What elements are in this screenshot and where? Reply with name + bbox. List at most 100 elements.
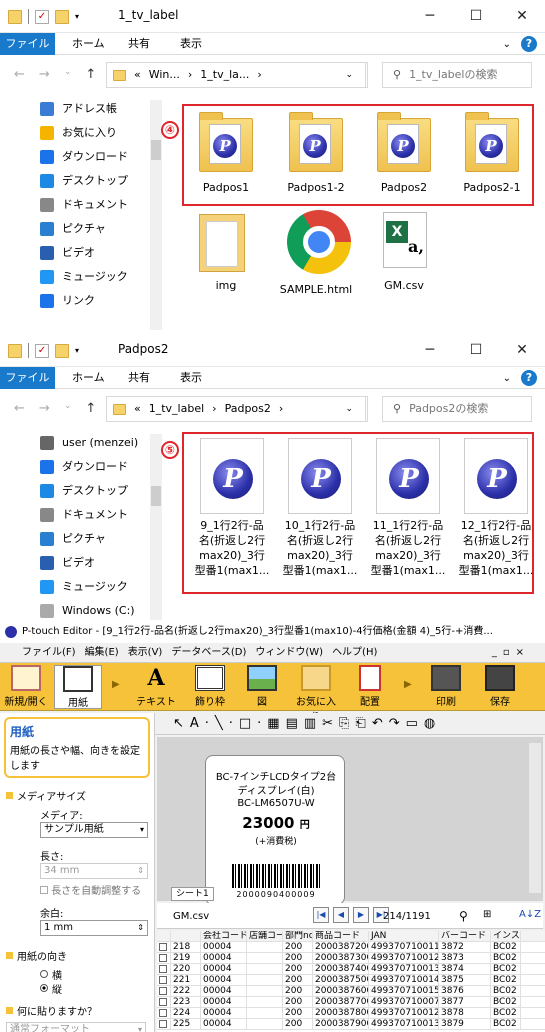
row-checkbox[interactable] [159, 998, 167, 1006]
address-bar[interactable]: « 1_tv_label › Padpos2 › ⌄ ↻ [106, 396, 368, 422]
breadcrumb-item[interactable]: Win... [149, 68, 180, 81]
label-canvas[interactable]: BC-7インチLCDタイプ2台 ディスプレイ(白) BC-LM6507U-W 2… [157, 737, 543, 905]
forward-icon[interactable]: → [39, 401, 50, 416]
paper-button[interactable]: 用紙 [54, 665, 102, 709]
nav-item[interactable]: ダウンロード [0, 455, 165, 479]
up-icon[interactable]: ↑ [85, 401, 96, 416]
tab-home[interactable]: ホーム [72, 33, 105, 55]
label-text-line2[interactable]: ディスプレイ(白) [206, 782, 346, 797]
edit-toolbar[interactable]: ↖A·╲·□·▦▤▥✂⎘⎗↶↷▭◍ [155, 713, 545, 735]
canvas-scrollbar[interactable] [529, 743, 541, 893]
minimize-button[interactable]: ─ [407, 0, 453, 32]
nav-item[interactable]: ピクチャ [0, 527, 165, 551]
menu-item[interactable]: 編集(E) [85, 647, 119, 658]
address-dropdown-icon[interactable]: ⌄ [345, 397, 353, 421]
media-select[interactable]: サンプル用紙 ▾ [40, 822, 148, 838]
nav-item[interactable]: リンク [0, 289, 165, 313]
help-icon[interactable]: ? [521, 370, 537, 386]
help-icon[interactable]: ? [521, 36, 537, 52]
file-item[interactable]: Xa, GM.csv [362, 208, 446, 293]
up-icon[interactable]: ↑ [85, 67, 96, 82]
column-header[interactable]: 店舗コード [247, 931, 283, 941]
tab-view[interactable]: 表示 [180, 367, 202, 389]
folder-icon[interactable] [8, 9, 22, 24]
table-row[interactable]: 22400004 20020003878000024993707100127387… [157, 1008, 545, 1019]
nav-item[interactable]: デスクトップ [0, 479, 165, 503]
label-tax[interactable]: (+消費税) [206, 834, 346, 847]
breadcrumb-sep[interactable]: › [257, 68, 261, 81]
column-header[interactable]: JAN [369, 931, 439, 941]
layout-button[interactable]: 配置 [346, 665, 394, 708]
next-record-button[interactable]: ▶ [353, 907, 369, 923]
file-item[interactable]: P 12_1行2行-品 名(折返し2行 max20)_3行 型番1(max1... [454, 438, 538, 578]
menu-item[interactable]: ヘルプ(H) [332, 647, 377, 658]
refresh-button[interactable]: ↻ [365, 397, 367, 421]
expand-ribbon-icon[interactable]: ⌄ [503, 373, 511, 384]
table-row[interactable]: 22300004 20020003877000054993707100073387… [157, 997, 545, 1008]
new-open-button[interactable]: 新規/開く [2, 665, 50, 708]
scroll-thumb[interactable] [151, 486, 161, 506]
row-checkbox[interactable] [159, 1020, 167, 1028]
nav-item[interactable]: Windows (C:) [0, 599, 165, 621]
breadcrumb-item[interactable]: 1_tv_la... [200, 68, 249, 81]
properties-icon[interactable]: ✓ [35, 343, 49, 358]
save-button[interactable]: 保存 [476, 665, 524, 708]
column-header[interactable]: 部門no [283, 931, 313, 941]
table-row[interactable]: 22200004 20020003876000084993707100158387… [157, 986, 545, 997]
nav-item[interactable]: ビデオ [0, 551, 165, 575]
column-header[interactable]: 商品コード [313, 931, 369, 941]
label-preview[interactable]: BC-7インチLCDタイプ2台 ディスプレイ(白) BC-LM6507U-W 2… [205, 755, 345, 905]
recent-dropdown-icon[interactable]: ⌄ [64, 67, 72, 82]
tab-view[interactable]: 表示 [180, 33, 202, 55]
tab-share[interactable]: 共有 [128, 367, 150, 389]
sort-icon[interactable]: A↓Z [519, 909, 541, 920]
close-button[interactable]: ✕ [499, 0, 545, 32]
row-checkbox[interactable] [159, 943, 167, 951]
folder-item[interactable]: P Padpos1-2 [274, 110, 358, 195]
file-item[interactable]: P 11_1行2行-品 名(折返し2行 max20)_3行 型番1(max1... [366, 438, 450, 578]
table-row[interactable]: 22500004 20020003879000094993707100134387… [157, 1019, 545, 1030]
nav-item[interactable]: ドキュメント [0, 503, 165, 527]
label-price[interactable]: 23000 [242, 814, 294, 832]
folder-item[interactable]: P Padpos2 [362, 110, 446, 195]
back-icon[interactable]: ← [14, 401, 25, 416]
label-text-line3[interactable]: BC-LM6507U-W [206, 798, 346, 809]
column-header[interactable] [171, 931, 201, 941]
auto-adjust-checkbox[interactable]: 長さを自動調整する [0, 882, 154, 897]
column-header[interactable]: 会社コード [201, 931, 247, 941]
menu-item[interactable]: ファイル(F) [22, 647, 76, 658]
menu-item[interactable]: 表示(V) [128, 647, 163, 658]
dropdown-icon[interactable]: ▾ [75, 346, 79, 355]
search-input[interactable]: ⚲ Padpos2の検索 [382, 396, 532, 422]
column-header[interactable] [157, 931, 171, 941]
menu-item[interactable]: ウィンドウ(W) [255, 647, 323, 658]
paper-card[interactable]: 用紙 用紙の長さや幅、向きを設定します [4, 717, 150, 778]
label-text-line1[interactable]: BC-7インチLCDタイプ2台 [206, 768, 346, 783]
expand-arrow-icon[interactable]: ▶ [112, 679, 120, 690]
table-row[interactable]: 21800004 20020003872000004993707100110387… [157, 942, 545, 953]
recent-dropdown-icon[interactable]: ⌄ [64, 401, 72, 416]
text-button[interactable]: A テキスト [132, 665, 180, 708]
file-item[interactable]: P 9_1行2行-品 名(折返し2行 max20)_3行 型番1(max1... [190, 438, 274, 578]
prev-record-button[interactable]: ◀ [333, 907, 349, 923]
nav-item[interactable]: ミュージック [0, 265, 165, 289]
image-button[interactable]: 図 [238, 665, 286, 708]
column-header[interactable]: バーコード [439, 931, 491, 941]
menu-item[interactable]: データベース(D) [171, 647, 246, 658]
close-button[interactable]: ✕ [499, 334, 545, 366]
folder-item[interactable]: img [184, 208, 268, 293]
nav-scrollbar[interactable] [150, 434, 162, 620]
back-icon[interactable]: ← [14, 67, 25, 82]
nav-item[interactable]: user (menzei) [0, 431, 165, 455]
row-checkbox[interactable] [159, 965, 167, 973]
print-button[interactable]: 印刷 [422, 665, 470, 708]
search-input[interactable]: ⚲ 1_tv_labelの検索 [382, 62, 532, 88]
address-bar[interactable]: « Win... › 1_tv_la... › ⌄ ↻ [106, 62, 368, 88]
nav-item[interactable]: アドレス帳 [0, 97, 165, 121]
frame-button[interactable]: 飾り枠 [186, 665, 234, 708]
margin-input[interactable]: 1 mm ⇕ [40, 920, 148, 936]
column-header[interactable]: インス [491, 931, 521, 941]
nav-item[interactable]: ダウンロード [0, 145, 165, 169]
barcode[interactable] [232, 864, 322, 888]
orientation-landscape-radio[interactable]: 横 [0, 967, 154, 982]
